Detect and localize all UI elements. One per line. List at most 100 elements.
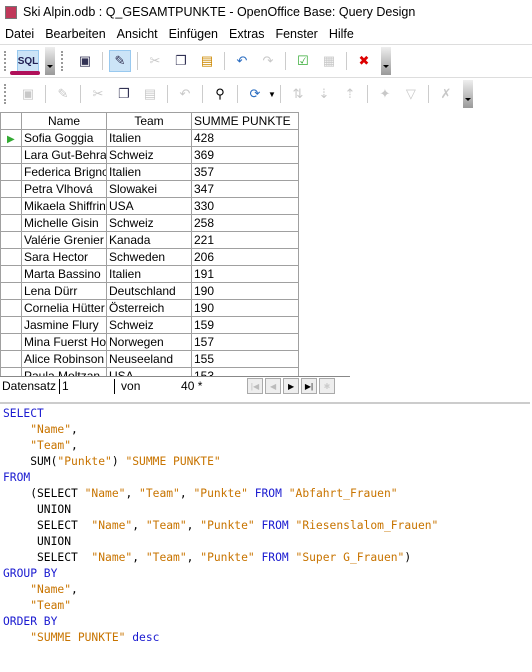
undo-icon[interactable]: ↶ — [174, 83, 196, 105]
cell-name[interactable]: Valérie Grenier — [21, 231, 107, 249]
cell-team[interactable]: Schweiz — [106, 214, 192, 232]
table-row[interactable]: Paula Moltzan USA 153 — [0, 367, 299, 376]
cell-team[interactable]: Slowakei — [106, 180, 192, 198]
cell-summe-punkte[interactable]: 155 — [191, 350, 299, 368]
cell-summe-punkte[interactable]: 191 — [191, 265, 299, 283]
cell-name[interactable]: Marta Bassino — [21, 265, 107, 283]
autofilter-icon[interactable]: ✦ — [374, 83, 396, 105]
save-record-icon[interactable]: ▣ — [17, 83, 39, 105]
first-record-button[interactable]: |◀ — [247, 378, 264, 394]
cell-team[interactable]: Neuseeland — [106, 350, 192, 368]
row-header[interactable] — [0, 350, 22, 368]
last-record-button[interactable]: ▶| — [301, 378, 318, 394]
menu-bearbeiten[interactable]: Bearbeiten — [45, 27, 105, 41]
row-header[interactable] — [0, 299, 22, 317]
toolbar-more-button[interactable] — [462, 80, 473, 108]
row-header[interactable] — [0, 333, 22, 351]
cell-name[interactable]: Jasmine Flury — [21, 316, 107, 334]
row-header[interactable] — [0, 265, 22, 283]
cell-team[interactable]: Österreich — [106, 299, 192, 317]
cell-summe-punkte[interactable]: 357 — [191, 163, 299, 181]
cell-summe-punkte[interactable]: 221 — [191, 231, 299, 249]
cell-name[interactable]: Paula Moltzan — [21, 367, 107, 376]
cell-team[interactable]: USA — [106, 197, 192, 215]
table-row[interactable]: Lena Dürr Deutschland 190 — [0, 282, 299, 300]
row-header[interactable]: ▶ — [0, 129, 22, 147]
toolbar-grip[interactable] — [61, 51, 66, 71]
cell-summe-punkte[interactable]: 206 — [191, 248, 299, 266]
row-header[interactable] — [0, 316, 22, 334]
clear-query-icon[interactable]: ▦ — [318, 50, 340, 72]
corner-header[interactable] — [0, 112, 22, 130]
cell-summe-punkte[interactable]: 153 — [191, 367, 299, 376]
cell-team[interactable]: Norwegen — [106, 333, 192, 351]
remove-filter-icon[interactable]: ✗ — [435, 83, 457, 105]
toolbar-more-button[interactable] — [45, 47, 55, 75]
cell-team[interactable]: Schweden — [106, 248, 192, 266]
cell-summe-punkte[interactable]: 258 — [191, 214, 299, 232]
table-row[interactable]: Marta Bassino Italien 191 — [0, 265, 299, 283]
save-icon[interactable]: ▣ — [74, 50, 96, 72]
toolbar-grip[interactable] — [4, 51, 9, 71]
cell-name[interactable]: Mina Fuerst Holtmann — [21, 333, 107, 351]
redo-icon[interactable]: ↷ — [257, 50, 279, 72]
close-design-icon[interactable]: ✖ — [353, 50, 375, 72]
cell-name[interactable]: Mikaela Shiffrin — [21, 197, 107, 215]
row-header[interactable] — [0, 367, 22, 376]
table-row[interactable]: Federica BrignoneItalien357 — [0, 163, 299, 181]
cell-team[interactable]: Italien — [106, 265, 192, 283]
copy-icon[interactable]: ❐ — [113, 83, 135, 105]
record-number-input[interactable] — [59, 378, 116, 394]
cell-summe-punkte[interactable]: 159 — [191, 316, 299, 334]
cell-summe-punkte[interactable]: 428 — [191, 129, 299, 147]
filter-icon[interactable]: ▽ — [400, 83, 422, 105]
cell-name[interactable]: Sofia Goggia — [21, 129, 107, 147]
cell-name[interactable]: Federica Brignone — [21, 163, 107, 181]
cut-icon[interactable]: ✂ — [144, 50, 166, 72]
menu-ansicht[interactable]: Ansicht — [117, 27, 158, 41]
column-header-summe-punkte[interactable]: SUMME PUNKTE — [191, 112, 299, 130]
cell-team[interactable]: USA — [106, 367, 192, 376]
cell-team[interactable]: Schweiz — [106, 146, 192, 164]
cell-team[interactable]: Italien — [106, 163, 192, 181]
previous-record-button[interactable]: ◀ — [265, 378, 282, 394]
toolbar-more-button[interactable] — [381, 47, 391, 75]
paste-icon[interactable]: ▤ — [196, 50, 218, 72]
edit-data-icon[interactable]: ✎ — [52, 83, 74, 105]
sort-icon[interactable]: ⇅ — [287, 83, 309, 105]
table-row[interactable]: Jasmine Flury Schweiz 159 — [0, 316, 299, 334]
new-record-button[interactable]: ✱ — [319, 378, 336, 394]
menu-fenster[interactable]: Fenster — [275, 27, 317, 41]
sql-editor[interactable]: SELECT "Name", "Team", SUM("Punkte") "SU… — [0, 402, 530, 672]
cell-name[interactable]: Alice Robinson — [21, 350, 107, 368]
row-header[interactable] — [0, 197, 22, 215]
table-row[interactable]: ▶ Sofia Goggia Italien 428 — [0, 129, 299, 147]
cell-team[interactable]: Kanada — [106, 231, 192, 249]
cell-summe-punkte[interactable]: 330 — [191, 197, 299, 215]
menu-datei[interactable]: Datei — [5, 27, 34, 41]
cell-name[interactable]: Petra Vlhová — [21, 180, 107, 198]
table-row[interactable]: Michelle Gisin Schweiz 258 — [0, 214, 299, 232]
cell-team[interactable]: Schweiz — [106, 316, 192, 334]
undo-icon[interactable]: ↶ — [231, 50, 253, 72]
sql-toggle-icon[interactable]: SQL — [17, 50, 39, 72]
cell-name[interactable]: Cornelia Hütter — [21, 299, 107, 317]
column-header-team[interactable]: Team — [106, 112, 192, 130]
row-header[interactable] — [0, 146, 22, 164]
copy-icon[interactable]: ❐ — [170, 50, 192, 72]
cell-name[interactable]: Michelle Gisin — [21, 214, 107, 232]
row-header[interactable] — [0, 248, 22, 266]
table-row[interactable]: Lara Gut-BehramiSchweiz369 — [0, 146, 299, 164]
cell-summe-punkte[interactable]: 369 — [191, 146, 299, 164]
cut-icon[interactable]: ✂ — [87, 83, 109, 105]
table-row[interactable]: Cornelia Hütter Österreich 190 — [0, 299, 299, 317]
cell-team[interactable]: Italien — [106, 129, 192, 147]
row-header[interactable] — [0, 231, 22, 249]
sort-ascending-icon[interactable]: ⇣ — [313, 83, 335, 105]
row-header[interactable] — [0, 214, 22, 232]
cell-name[interactable]: Sara Hector — [21, 248, 107, 266]
row-header[interactable] — [0, 163, 22, 181]
cell-summe-punkte[interactable]: 190 — [191, 282, 299, 300]
sort-descending-icon[interactable]: ⇡ — [339, 83, 361, 105]
table-row[interactable]: Alice Robinson Neuseeland 155 — [0, 350, 299, 368]
